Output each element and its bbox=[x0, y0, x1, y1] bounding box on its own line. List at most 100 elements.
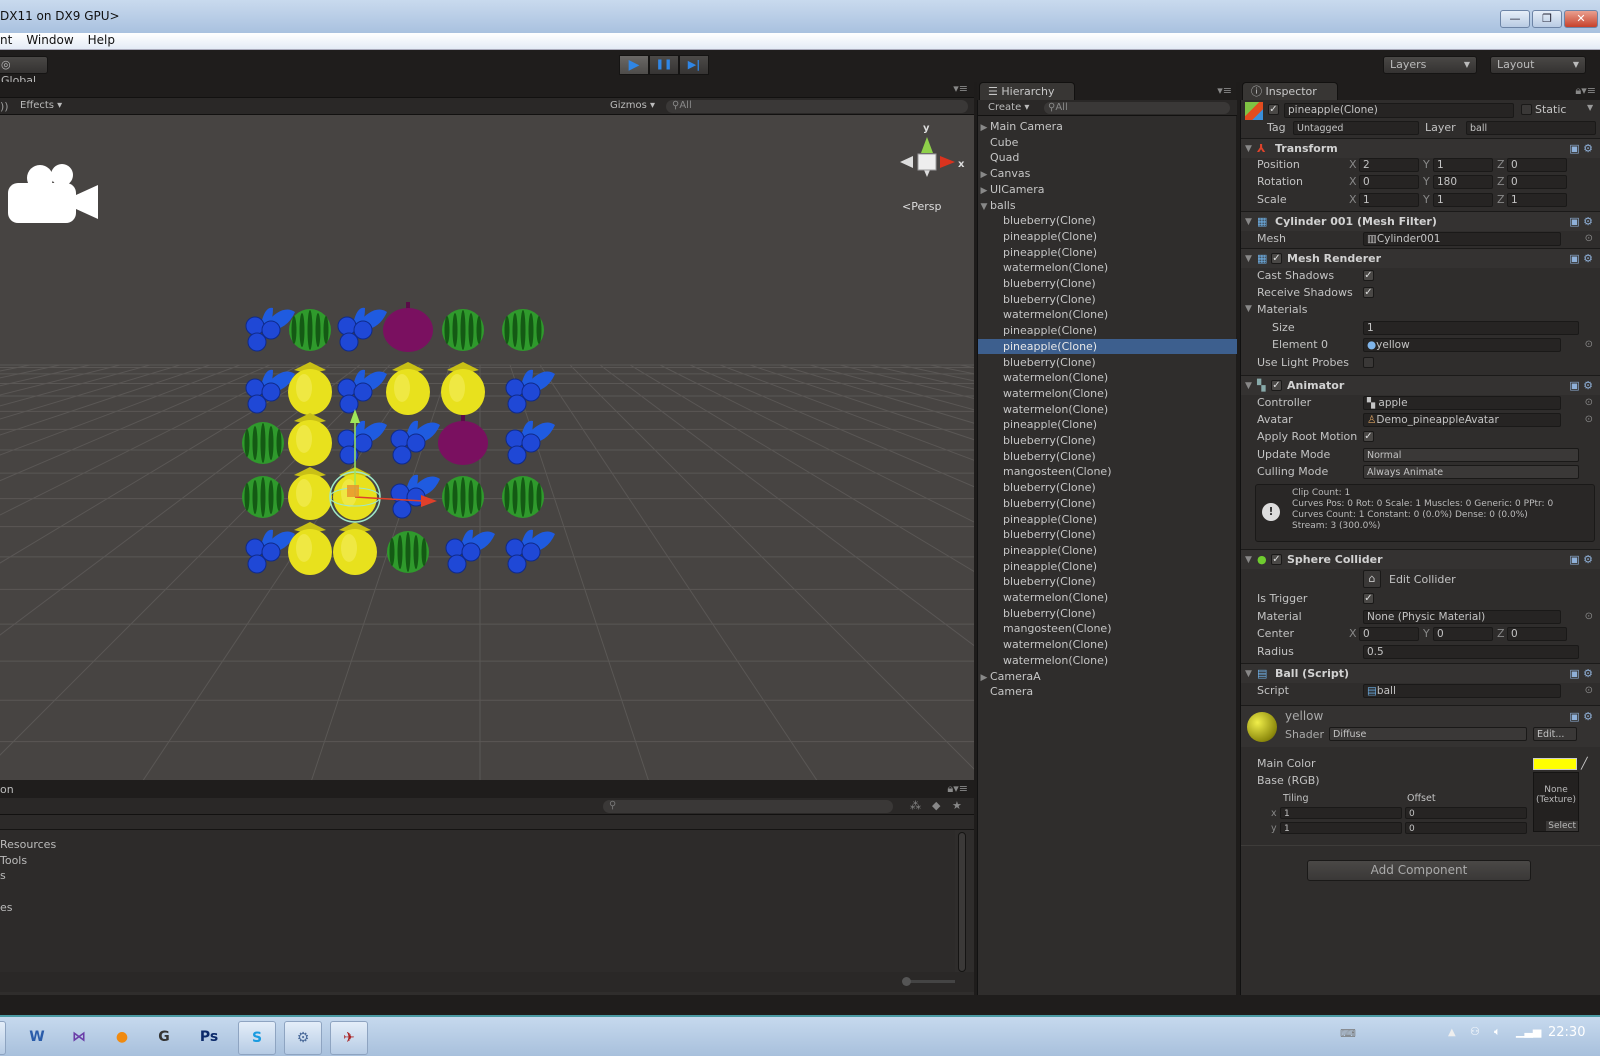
center-y-field[interactable]: 0 bbox=[1433, 627, 1493, 641]
hierarchy-item[interactable]: watermelon(Clone) bbox=[978, 370, 1237, 385]
menu-item-help[interactable]: Help bbox=[88, 33, 115, 47]
unity-app-taskbar-icon[interactable]: G bbox=[145, 1021, 183, 1055]
pineapple-object[interactable] bbox=[288, 467, 332, 520]
play-button[interactable]: ▶ bbox=[619, 55, 649, 75]
hierarchy-item[interactable]: watermelon(Clone) bbox=[978, 637, 1237, 652]
hierarchy-item[interactable]: pineapple(Clone) bbox=[978, 417, 1237, 432]
expand-triangle-icon[interactable]: ▼ bbox=[1245, 664, 1252, 684]
main-color-swatch[interactable] bbox=[1533, 758, 1577, 770]
hierarchy-item[interactable]: Cube bbox=[978, 135, 1237, 150]
active-checkbox[interactable]: ✓ bbox=[1268, 104, 1279, 115]
scene-orientation-gizmo[interactable]: y x <Persp bbox=[900, 123, 965, 213]
cast-shadows-checkbox[interactable]: ✓ bbox=[1363, 270, 1374, 281]
object-picker-icon[interactable]: ⊙ bbox=[1585, 230, 1593, 247]
hierarchy-item[interactable]: blueberry(Clone) bbox=[978, 276, 1237, 291]
hierarchy-item[interactable]: blueberry(Clone) bbox=[978, 433, 1237, 448]
clock[interactable]: 22:30 bbox=[1548, 1025, 1585, 1040]
pineapple-object[interactable] bbox=[288, 362, 332, 415]
favorites-star-icon[interactable]: ★ bbox=[952, 799, 962, 812]
pineapple-object[interactable] bbox=[288, 413, 332, 466]
show-hidden-icons-icon[interactable]: ▲ bbox=[1448, 1027, 1456, 1038]
scale-y-field[interactable]: 1 bbox=[1433, 193, 1493, 207]
tiling-y-field[interactable]: 1 bbox=[1280, 822, 1402, 834]
project-folder-item[interactable]: Resources bbox=[0, 838, 56, 851]
minimize-button[interactable]: — bbox=[1500, 10, 1530, 28]
position-z-field[interactable]: 0 bbox=[1507, 158, 1567, 172]
rotation-x-field[interactable]: 0 bbox=[1359, 175, 1419, 189]
blueberry-object[interactable] bbox=[390, 420, 440, 465]
hierarchy-item[interactable]: pineapple(Clone) bbox=[978, 323, 1237, 338]
word-taskbar-icon[interactable]: W bbox=[18, 1021, 56, 1055]
start-button[interactable] bbox=[0, 1021, 6, 1055]
close-button[interactable]: ✕ bbox=[1564, 10, 1598, 28]
apply-root-motion-checkbox[interactable]: ✓ bbox=[1363, 431, 1374, 442]
position-x-field[interactable]: 2 bbox=[1359, 158, 1419, 172]
tag-dropdown[interactable]: Untagged bbox=[1293, 121, 1419, 135]
hierarchy-item[interactable]: watermelon(Clone) bbox=[978, 307, 1237, 322]
blueberry-object[interactable] bbox=[505, 529, 555, 574]
menu-item-window[interactable]: Window bbox=[26, 33, 73, 47]
persp-label[interactable]: <Persp bbox=[902, 200, 941, 213]
layer-dropdown[interactable]: ball bbox=[1466, 121, 1596, 135]
object-picker-icon[interactable]: ⊙ bbox=[1585, 411, 1593, 428]
object-picker-icon[interactable]: ⊙ bbox=[1585, 394, 1593, 411]
watermelon-object[interactable] bbox=[502, 476, 544, 518]
radius-field[interactable]: 0.5 bbox=[1363, 645, 1579, 659]
pineapple-object[interactable] bbox=[441, 362, 485, 415]
blueberry-object[interactable] bbox=[245, 307, 295, 352]
hierarchy-item[interactable]: Camera bbox=[978, 684, 1237, 699]
blueberry-object[interactable] bbox=[245, 529, 295, 574]
center-z-field[interactable]: 0 bbox=[1507, 627, 1567, 641]
offset-y-field[interactable]: 0 bbox=[1405, 822, 1527, 834]
object-picker-icon[interactable]: ⊙ bbox=[1585, 336, 1593, 353]
watermelon-object[interactable] bbox=[242, 476, 284, 518]
hierarchy-item[interactable]: blueberry(Clone) bbox=[978, 496, 1237, 511]
icon-size-slider-thumb[interactable] bbox=[902, 977, 911, 986]
help-settings-icons[interactable]: ▣ ⚙ bbox=[1569, 550, 1593, 570]
shader-dropdown[interactable]: Diffuse bbox=[1329, 727, 1527, 741]
mesh-renderer-enabled-checkbox[interactable]: ✓ bbox=[1271, 253, 1282, 264]
project-folder-item[interactable]: es bbox=[0, 901, 13, 914]
lock-icon[interactable]: 🔒︎▾≡ bbox=[947, 782, 968, 796]
hierarchy-item[interactable]: watermelon(Clone) bbox=[978, 386, 1237, 401]
hierarchy-item[interactable]: blueberry(Clone) bbox=[978, 355, 1237, 370]
hierarchy-search-input[interactable]: ⚲All bbox=[1044, 102, 1230, 114]
photoshop-taskbar-icon[interactable]: Ps bbox=[190, 1021, 228, 1055]
tab-inspector[interactable]: ⓘ Inspector bbox=[1242, 82, 1338, 100]
layout-dropdown[interactable]: Layout ▼ bbox=[1490, 56, 1586, 74]
help-settings-icons[interactable]: ▣ ⚙ bbox=[1569, 376, 1593, 396]
hierarchy-item[interactable]: blueberry(Clone) bbox=[978, 606, 1237, 621]
project-folder-item[interactable]: Tools bbox=[0, 854, 27, 867]
hierarchy-item[interactable]: ▶ UICamera bbox=[978, 182, 1237, 197]
transform-header[interactable]: ▼ ⅄ Transform ▣ ⚙ bbox=[1241, 138, 1600, 158]
control-panel-taskbar-icon[interactable]: ⚙ bbox=[284, 1021, 322, 1055]
audio-icon[interactable]: )) bbox=[0, 100, 9, 113]
pineapple-object[interactable] bbox=[288, 522, 332, 575]
is-trigger-checkbox[interactable]: ✓ bbox=[1363, 593, 1374, 604]
ball-script-header[interactable]: ▼ ▤ Ball (Script) ▣ ⚙ bbox=[1241, 663, 1600, 683]
hierarchy-item[interactable]: ▶ Main Camera bbox=[978, 119, 1237, 134]
app-taskbar-icon[interactable]: ✈ bbox=[330, 1021, 368, 1055]
volume-icon[interactable]: 🔈︎ bbox=[1494, 1025, 1501, 1039]
static-checkbox[interactable] bbox=[1521, 104, 1532, 115]
watermelon-object[interactable] bbox=[242, 422, 284, 464]
watermelon-object[interactable] bbox=[442, 309, 484, 351]
help-settings-icons[interactable]: ▣ ⚙ bbox=[1569, 249, 1593, 269]
gizmos-dropdown[interactable]: Gizmos ▾ bbox=[610, 100, 655, 111]
sphere-collider-header[interactable]: ▼ ● ✓ Sphere Collider ▣ ⚙ bbox=[1241, 549, 1600, 569]
effects-dropdown[interactable]: Effects ▾ bbox=[20, 100, 62, 111]
mesh-field[interactable]: ▥Cylinder001 bbox=[1363, 232, 1561, 246]
project-search-input[interactable]: ⚲ bbox=[603, 800, 893, 813]
expand-triangle-icon[interactable]: ▼ bbox=[1245, 376, 1252, 396]
panel-menu-icon[interactable]: ▾≡ bbox=[953, 82, 968, 95]
hierarchy-item[interactable]: pineapple(Clone) bbox=[978, 338, 1237, 354]
hierarchy-item[interactable]: blueberry(Clone) bbox=[978, 480, 1237, 495]
signal-icon[interactable]: ▁▃▅ bbox=[1516, 1025, 1541, 1038]
expand-triangle-icon[interactable]: ▼ bbox=[1245, 212, 1252, 232]
hierarchy-item[interactable]: ▼ balls bbox=[978, 198, 1237, 213]
collider-material-field[interactable]: None (Physic Material) bbox=[1363, 610, 1561, 624]
mangosteen-object[interactable] bbox=[383, 302, 433, 352]
rotation-y-field[interactable]: 180 bbox=[1433, 175, 1493, 189]
layers-dropdown[interactable]: Layers ▼ bbox=[1383, 56, 1477, 74]
network-sharing-icon[interactable]: ⚇ bbox=[1470, 1025, 1480, 1038]
